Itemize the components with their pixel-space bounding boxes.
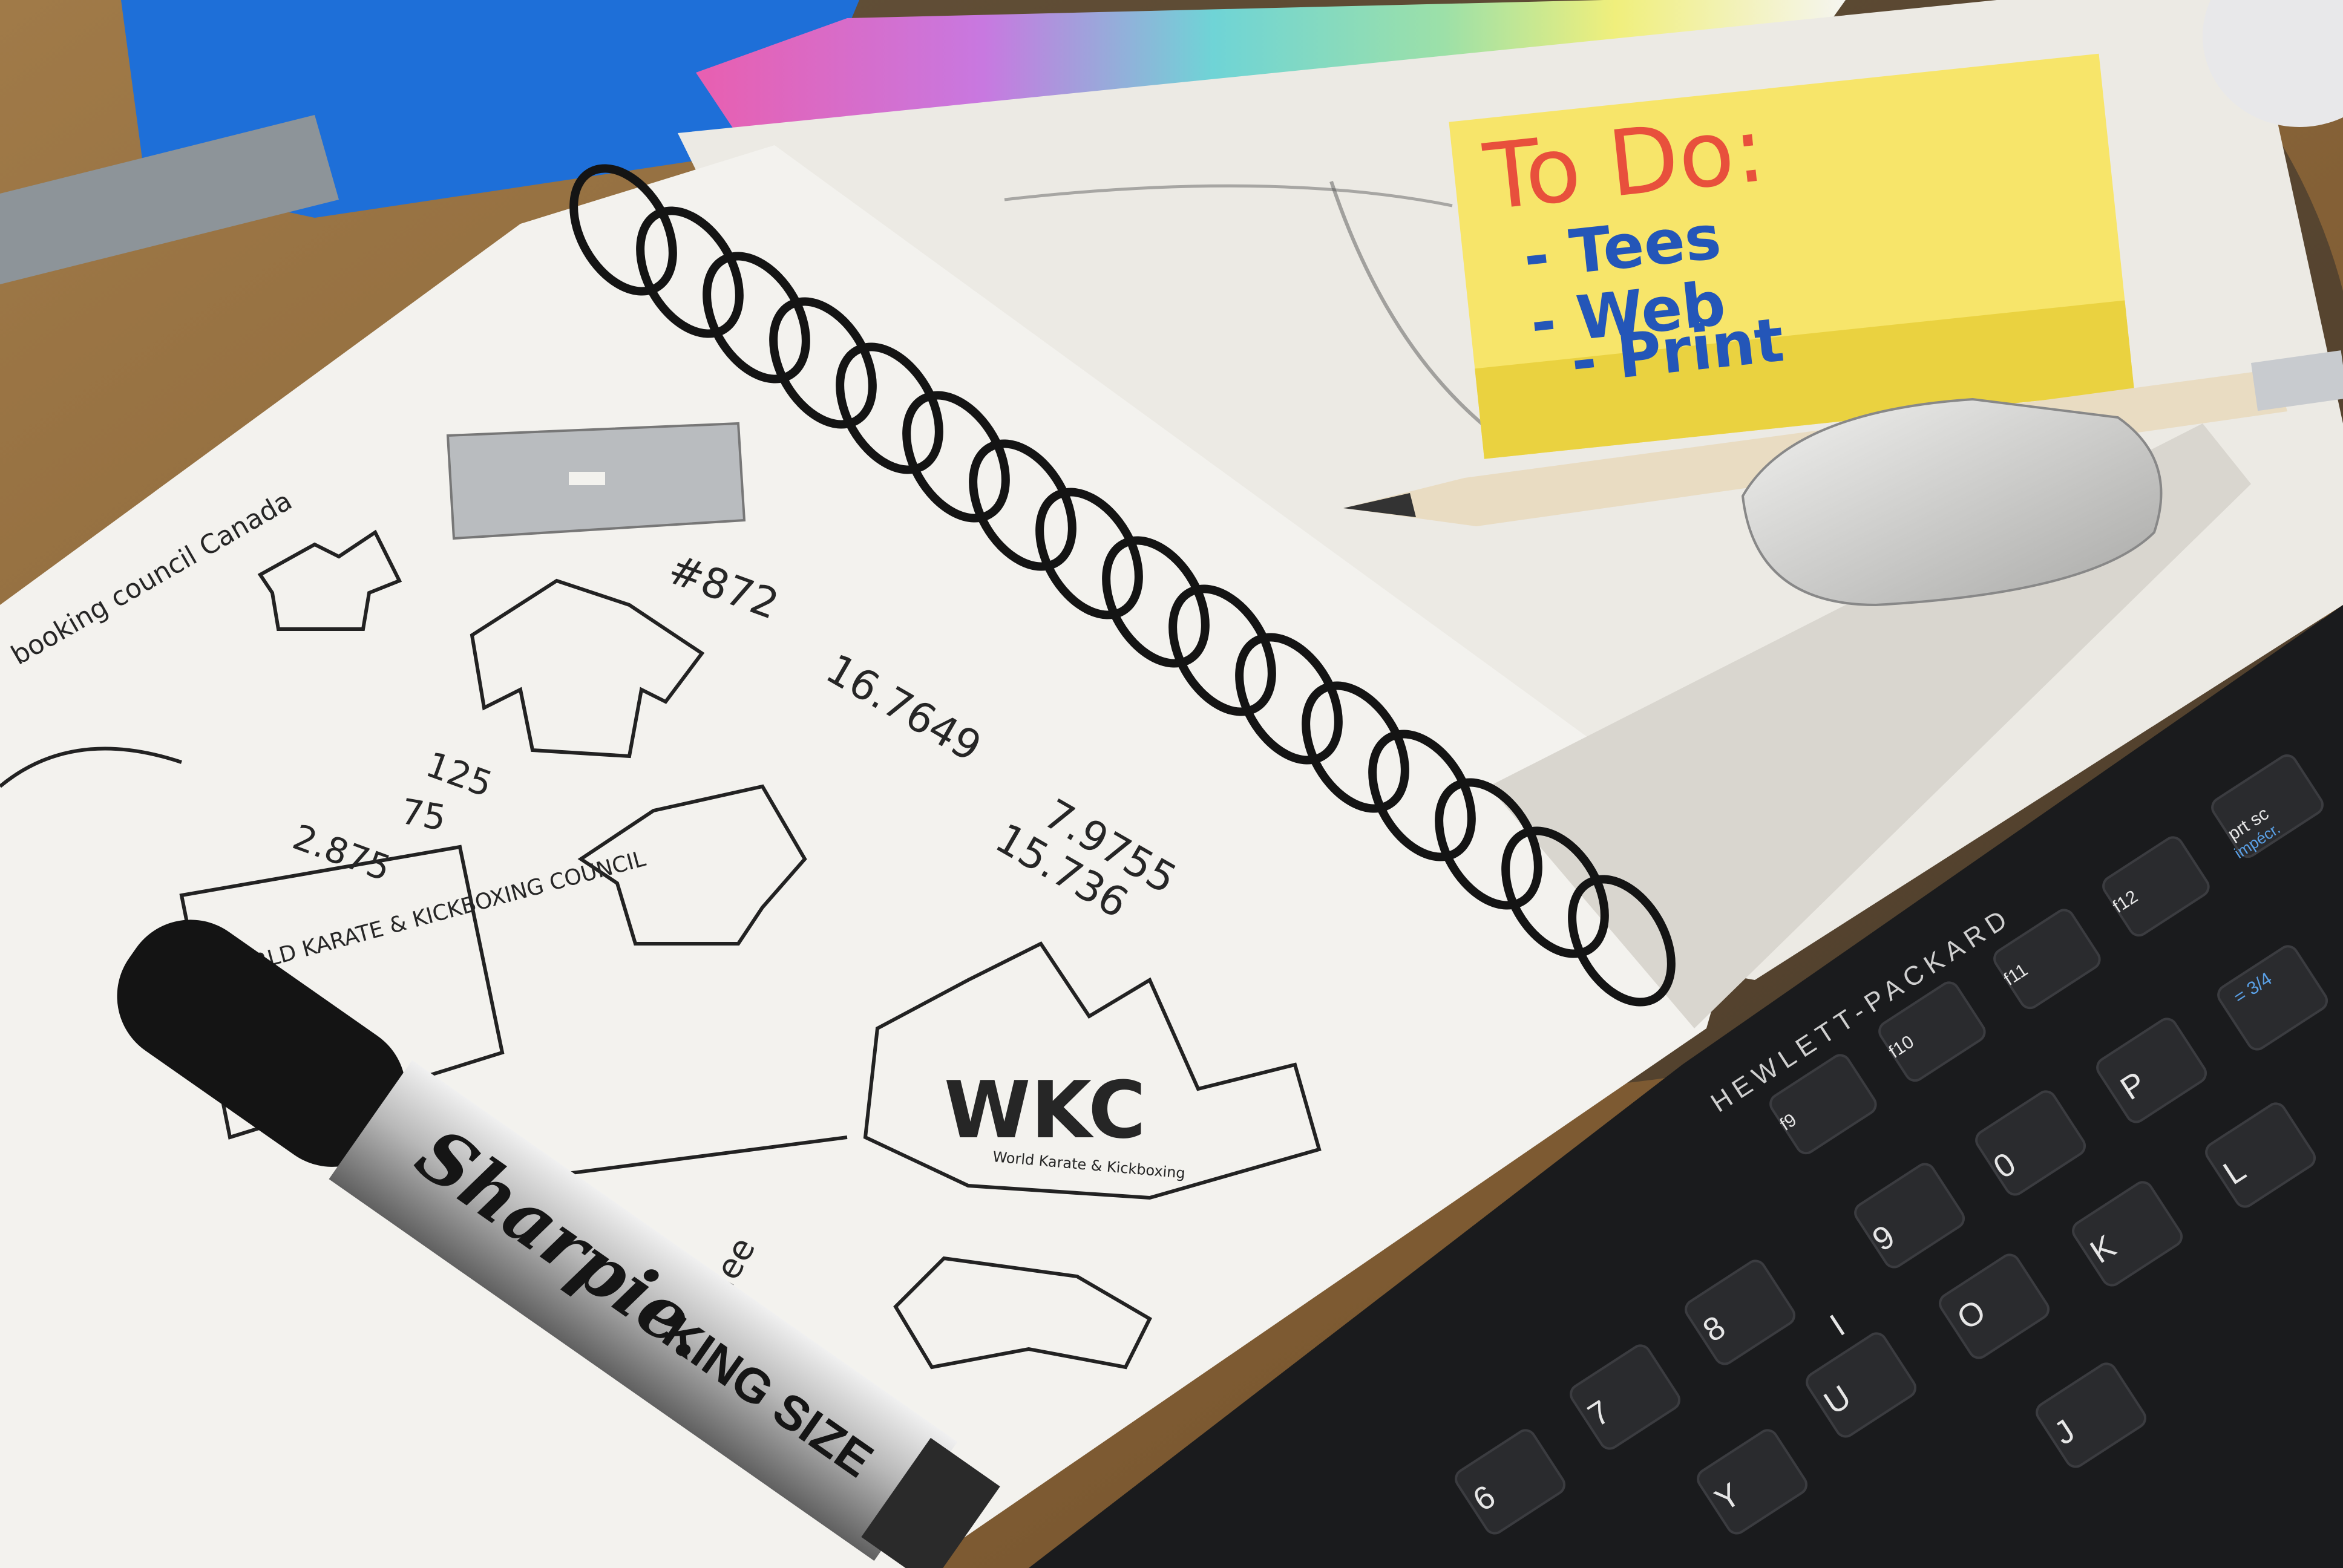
photo-scene: #872 16.7649 7.9755 15.736 125 75 2.875 … (0, 0, 2343, 1568)
razor-blade-slot (569, 472, 605, 485)
scene-canvas: #872 16.7649 7.9755 15.736 125 75 2.875 … (0, 0, 2343, 1568)
sketch-logo-text: WKC (944, 1064, 1146, 1156)
sketch-number: 75 (398, 791, 449, 839)
sticky-note: To Do: - Tees - Web - Print (1449, 53, 2135, 459)
